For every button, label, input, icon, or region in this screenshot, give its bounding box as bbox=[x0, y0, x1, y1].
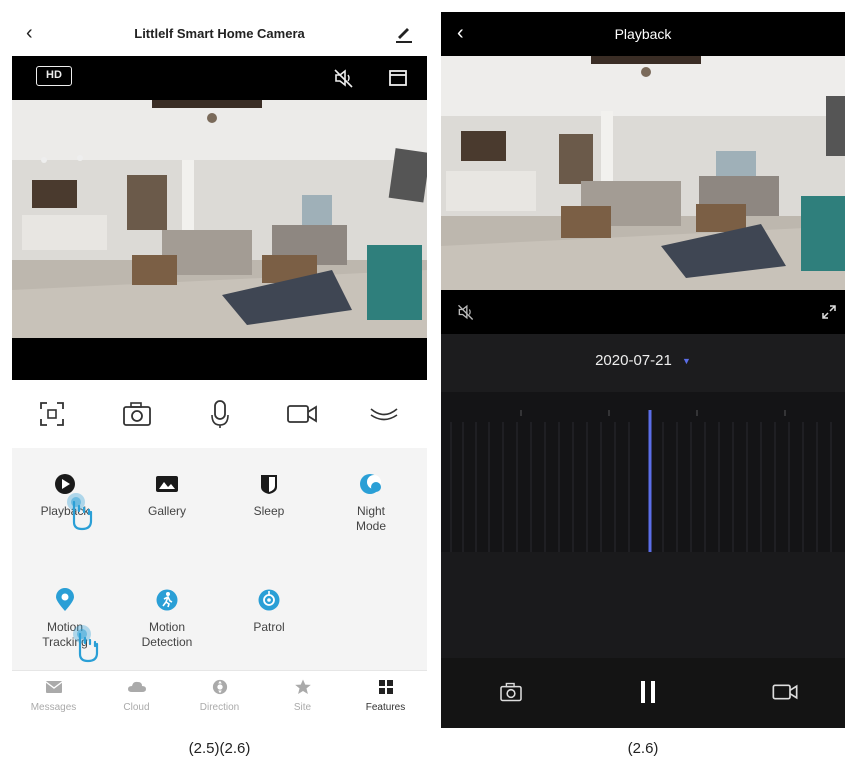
video-bottom-bar bbox=[12, 338, 427, 380]
hd-quality-button[interactable]: HD bbox=[36, 66, 72, 86]
tab-messages[interactable]: Messages bbox=[12, 679, 95, 713]
grid-icon bbox=[378, 680, 393, 694]
playback-video[interactable] bbox=[441, 56, 845, 290]
tab-direction[interactable]: Direction bbox=[178, 679, 261, 713]
playback-controls bbox=[441, 658, 845, 728]
mute-icon[interactable] bbox=[332, 66, 356, 90]
date-label: 2020-07-21 bbox=[595, 352, 672, 369]
right-caption: (2.6) bbox=[627, 740, 659, 757]
window-icon[interactable] bbox=[388, 68, 408, 88]
feature-label: Motion Detection bbox=[141, 620, 193, 649]
patrol-icon bbox=[257, 588, 281, 612]
live-video-feed[interactable] bbox=[12, 100, 427, 338]
page-title: Littlelf Smart Home Camera bbox=[134, 26, 305, 41]
video-control-bar bbox=[441, 290, 845, 334]
page-title: Playback bbox=[614, 26, 672, 42]
feature-label: Gallery bbox=[147, 504, 186, 518]
header: ‹ Littlelf Smart Home Camera bbox=[12, 12, 427, 56]
gallery-feature[interactable]: Gallery bbox=[122, 472, 212, 562]
motion-detection-feature[interactable]: Motion Detection bbox=[122, 588, 212, 678]
features-panel: Playback Gallery Sleep Night Mode Motion… bbox=[12, 448, 427, 670]
pause-icon[interactable] bbox=[639, 680, 657, 704]
night-mode-feature[interactable]: Night Mode bbox=[326, 472, 416, 562]
mute-icon[interactable] bbox=[455, 302, 477, 322]
camera-icon[interactable] bbox=[117, 394, 157, 434]
tap-hand-icon bbox=[73, 625, 99, 663]
feature-label: Sleep bbox=[253, 504, 285, 518]
collapse-chevron-icon[interactable] bbox=[364, 394, 404, 434]
fullscreen-icon[interactable] bbox=[821, 304, 837, 320]
location-pin-icon bbox=[53, 588, 77, 612]
edit-icon[interactable] bbox=[394, 22, 414, 44]
tab-label: Messages bbox=[30, 702, 77, 713]
playback-timeline[interactable] bbox=[441, 392, 845, 552]
camera-controls bbox=[12, 380, 427, 448]
direction-icon bbox=[212, 679, 227, 695]
microphone-icon[interactable] bbox=[200, 394, 240, 434]
date-selector[interactable]: 2020-07-21 ▼ bbox=[441, 352, 845, 369]
camera-icon[interactable] bbox=[499, 682, 523, 702]
video-top-bar: HD bbox=[12, 56, 427, 100]
tap-hand-icon bbox=[67, 493, 93, 531]
tab-label: Direction bbox=[199, 702, 240, 713]
tab-features[interactable]: Features bbox=[344, 679, 427, 713]
messages-icon bbox=[45, 681, 62, 693]
tab-cloud[interactable]: Cloud bbox=[95, 679, 178, 713]
patrol-feature[interactable]: Patrol bbox=[224, 588, 314, 678]
night-mode-icon bbox=[359, 472, 383, 496]
bottom-tab-bar: Messages Cloud Direction Site Features bbox=[12, 670, 427, 730]
record-video-icon[interactable] bbox=[771, 682, 799, 702]
dropdown-arrow-icon: ▼ bbox=[681, 356, 691, 367]
tab-label: Features bbox=[365, 702, 406, 713]
cloud-icon bbox=[127, 681, 146, 692]
sleep-shield-icon bbox=[257, 472, 281, 496]
tab-label: Site bbox=[293, 702, 312, 713]
feature-label: Night Mode bbox=[355, 504, 387, 533]
sleep-feature[interactable]: Sleep bbox=[224, 472, 314, 562]
screenshot-frame-icon[interactable] bbox=[32, 394, 72, 434]
playback-screen: ‹ Playback 2020-07-21 ▼ bbox=[441, 12, 845, 728]
timeline-lower-area bbox=[441, 552, 845, 658]
tab-label: Cloud bbox=[123, 702, 150, 713]
header: ‹ Playback bbox=[441, 12, 845, 56]
running-person-icon bbox=[155, 588, 179, 612]
left-caption: (2.5)(2.6) bbox=[188, 740, 251, 757]
star-icon bbox=[294, 679, 311, 695]
gallery-icon bbox=[155, 472, 179, 496]
record-video-icon[interactable] bbox=[282, 394, 322, 434]
tab-site[interactable]: Site bbox=[261, 679, 344, 713]
feature-label: Patrol bbox=[253, 620, 285, 634]
camera-screen: ‹ Littlelf Smart Home Camera HD Playback… bbox=[12, 12, 427, 730]
